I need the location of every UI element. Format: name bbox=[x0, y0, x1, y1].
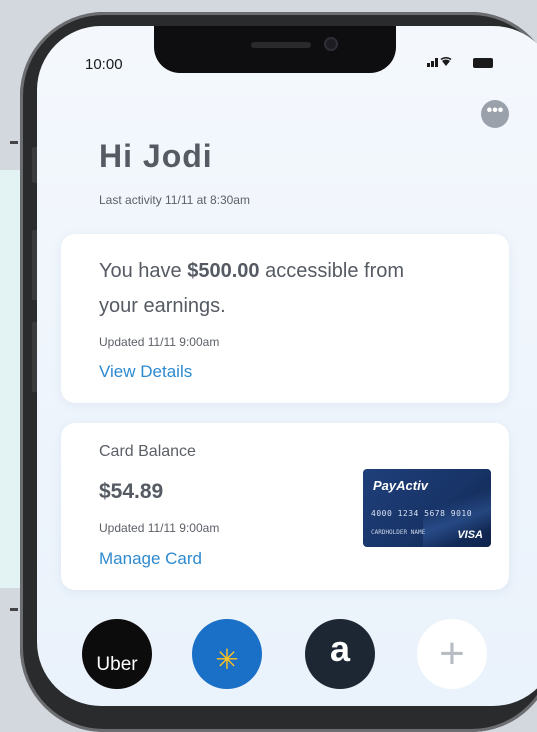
earnings-card: You have $500.00 accessible from your ea… bbox=[61, 234, 509, 403]
uber-shortcut-icon[interactable]: Uber bbox=[82, 619, 152, 689]
status-time: 10:00 bbox=[85, 56, 123, 73]
card-number: 4000 1234 5678 9010 bbox=[371, 509, 473, 518]
earnings-line-1: You have $500.00 accessible from bbox=[99, 260, 404, 283]
visa-logo: VISA bbox=[457, 529, 483, 541]
camera bbox=[324, 37, 338, 51]
card-balance-value: $54.89 bbox=[99, 480, 164, 503]
manage-card-link[interactable]: Manage Card bbox=[99, 549, 202, 569]
last-activity-text: Last activity 11/11 at 8:30am bbox=[99, 193, 250, 207]
background-dash bbox=[10, 608, 18, 611]
earnings-suffix: accessible from bbox=[259, 260, 405, 282]
background-dash bbox=[10, 141, 18, 144]
card-brand-logo: PayActiv bbox=[373, 478, 428, 493]
add-shortcut-icon[interactable]: + bbox=[417, 619, 487, 689]
card-balance-label: Card Balance bbox=[99, 443, 196, 460]
balance-updated: Updated 11/11 9:00am bbox=[99, 521, 220, 535]
battery-icon bbox=[472, 58, 493, 69]
greeting-title: Hi Jodi bbox=[99, 138, 213, 174]
earnings-updated: Updated 11/11 9:00am bbox=[99, 335, 220, 349]
signal-wifi-icon bbox=[427, 54, 471, 70]
earnings-prefix: You have bbox=[99, 260, 188, 282]
earnings-amount: $500.00 bbox=[187, 260, 260, 282]
earnings-line-2: your earnings. bbox=[99, 295, 226, 317]
walmart-shortcut-icon[interactable]: ✳ bbox=[192, 619, 262, 689]
payactiv-card-image: PayActiv 4000 1234 5678 9010 CARDHOLDER … bbox=[363, 469, 491, 547]
phone-screen: 10:00 ••• Hi Jodi Last activity 11/11 at… bbox=[37, 26, 537, 706]
speaker bbox=[251, 42, 311, 48]
card-holder: CARDHOLDER NAME bbox=[371, 529, 426, 536]
amazon-shortcut-icon[interactable]: a bbox=[305, 619, 375, 689]
card-balance-card: Card Balance $54.89 Updated 11/11 9:00am… bbox=[61, 423, 509, 590]
view-details-link[interactable]: View Details bbox=[99, 362, 192, 382]
more-options-button[interactable]: ••• bbox=[481, 100, 509, 128]
status-icons bbox=[427, 54, 493, 70]
phone-notch bbox=[154, 26, 396, 73]
